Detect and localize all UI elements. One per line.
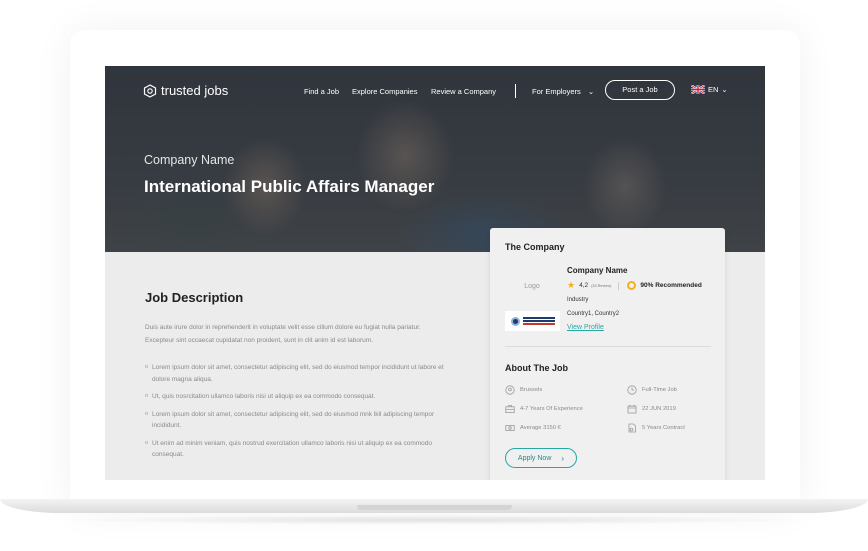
company-name: Company Name bbox=[567, 266, 628, 275]
date-text: 22 JUN 2019 bbox=[642, 406, 676, 412]
job-description-text: Duis aute irure dolor in reprehenderit i… bbox=[145, 324, 421, 344]
company-logo-placeholder: Logo bbox=[524, 283, 540, 290]
company-sidebar-card: The Company Logo Company Name ★ 4,2 (33 … bbox=[490, 228, 725, 480]
the-company-heading: The Company bbox=[505, 242, 565, 252]
rating-value: 4,2 bbox=[579, 282, 589, 289]
chevron-down-icon: ⌄ bbox=[587, 87, 595, 96]
company-countries: Country1, Country2 bbox=[567, 311, 620, 317]
date-info: 22 JUN 2019 bbox=[627, 404, 676, 414]
laptop-shadow bbox=[60, 515, 808, 525]
money-icon bbox=[505, 425, 515, 431]
post-a-job-button[interactable]: Post a Job bbox=[605, 80, 675, 100]
review-count[interactable]: (33 Review) bbox=[591, 284, 611, 288]
nav-for-employers[interactable]: For Employers ⌄ bbox=[532, 87, 594, 96]
card-divider bbox=[505, 346, 711, 347]
view-profile-link[interactable]: View Profile bbox=[567, 324, 604, 331]
brand-logo[interactable]: trusted jobs bbox=[143, 83, 228, 98]
experience-text: 4-7 Years Of Experience bbox=[520, 406, 583, 412]
salary-text: Average 3150 € bbox=[520, 425, 561, 431]
contract-document-icon bbox=[628, 423, 636, 433]
contract-type-info: Full-Time Job bbox=[627, 385, 677, 395]
about-the-job-heading: About The Job bbox=[505, 363, 568, 373]
top-navigation: trusted jobs Find a Job Explore Companie… bbox=[105, 66, 765, 114]
recommended-percentage: 90% Recommended bbox=[640, 282, 702, 289]
job-title: International Public Affairs Manager bbox=[144, 177, 435, 196]
star-icon: ★ bbox=[567, 280, 576, 290]
list-item: Ut enim ad minim veniam, quis nostrud ex… bbox=[145, 438, 455, 461]
chevron-right-icon: › bbox=[561, 453, 565, 463]
uk-flag-icon bbox=[691, 85, 705, 94]
nav-find-a-job[interactable]: Find a Job bbox=[304, 87, 339, 96]
experience-info: 4-7 Years Of Experience bbox=[505, 404, 583, 414]
list-item: Lorem ipsum dolor sit amet, consectetur … bbox=[145, 362, 455, 385]
quality-label-badge bbox=[505, 311, 560, 331]
recommend-ring-icon bbox=[627, 281, 637, 290]
location-pin-icon bbox=[505, 385, 515, 395]
duration-info: 5 Years Contract bbox=[627, 423, 685, 433]
shield-logo-icon bbox=[143, 83, 157, 98]
apply-now-label: Apply Now bbox=[517, 454, 552, 462]
rating-row: ★ 4,2 (33 Review) 90% Recommended bbox=[567, 280, 702, 291]
for-employers-label: For Employers bbox=[532, 87, 581, 96]
list-item: Lorem ipsum dolor sit amet, consectetur … bbox=[145, 409, 455, 432]
salary-info: Average 3150 € bbox=[505, 423, 561, 433]
rating-separator bbox=[618, 281, 620, 290]
nav-explore-companies[interactable]: Explore Companies bbox=[352, 87, 417, 96]
badge-text-lines bbox=[522, 316, 555, 327]
badge-emblem-icon bbox=[510, 316, 520, 326]
duration-text: 5 Years Contract bbox=[642, 425, 685, 431]
clock-icon bbox=[627, 385, 637, 395]
laptop-notch bbox=[357, 505, 512, 510]
chevron-down-icon: ⌄ bbox=[721, 85, 728, 94]
job-description-heading: Job Description bbox=[145, 290, 244, 305]
page: trusted jobs Find a Job Explore Companie… bbox=[0, 0, 868, 551]
nav-divider bbox=[515, 84, 516, 98]
website-screen: trusted jobs Find a Job Explore Companie… bbox=[105, 66, 765, 480]
company-industry: Industry bbox=[567, 297, 589, 303]
hero-company-name: Company Name bbox=[144, 153, 235, 167]
location-info: Brussels bbox=[505, 385, 542, 395]
contract-type-text: Full-Time Job bbox=[642, 387, 677, 393]
list-item: Ut, quis nosrcitation ullamco laboris ni… bbox=[145, 391, 455, 403]
calendar-icon bbox=[627, 405, 637, 414]
briefcase-icon bbox=[505, 405, 515, 414]
location-text: Brussels bbox=[520, 387, 543, 393]
language-label: EN bbox=[708, 85, 719, 94]
language-selector[interactable]: EN ⌄ bbox=[691, 85, 728, 94]
brand-name: trusted jobs bbox=[161, 83, 229, 98]
job-description-list: Lorem ipsum dolor sit amet, consectetur … bbox=[145, 362, 455, 467]
nav-review-a-company[interactable]: Review a Company bbox=[431, 87, 496, 96]
apply-now-button[interactable]: Apply Now › bbox=[505, 448, 577, 468]
